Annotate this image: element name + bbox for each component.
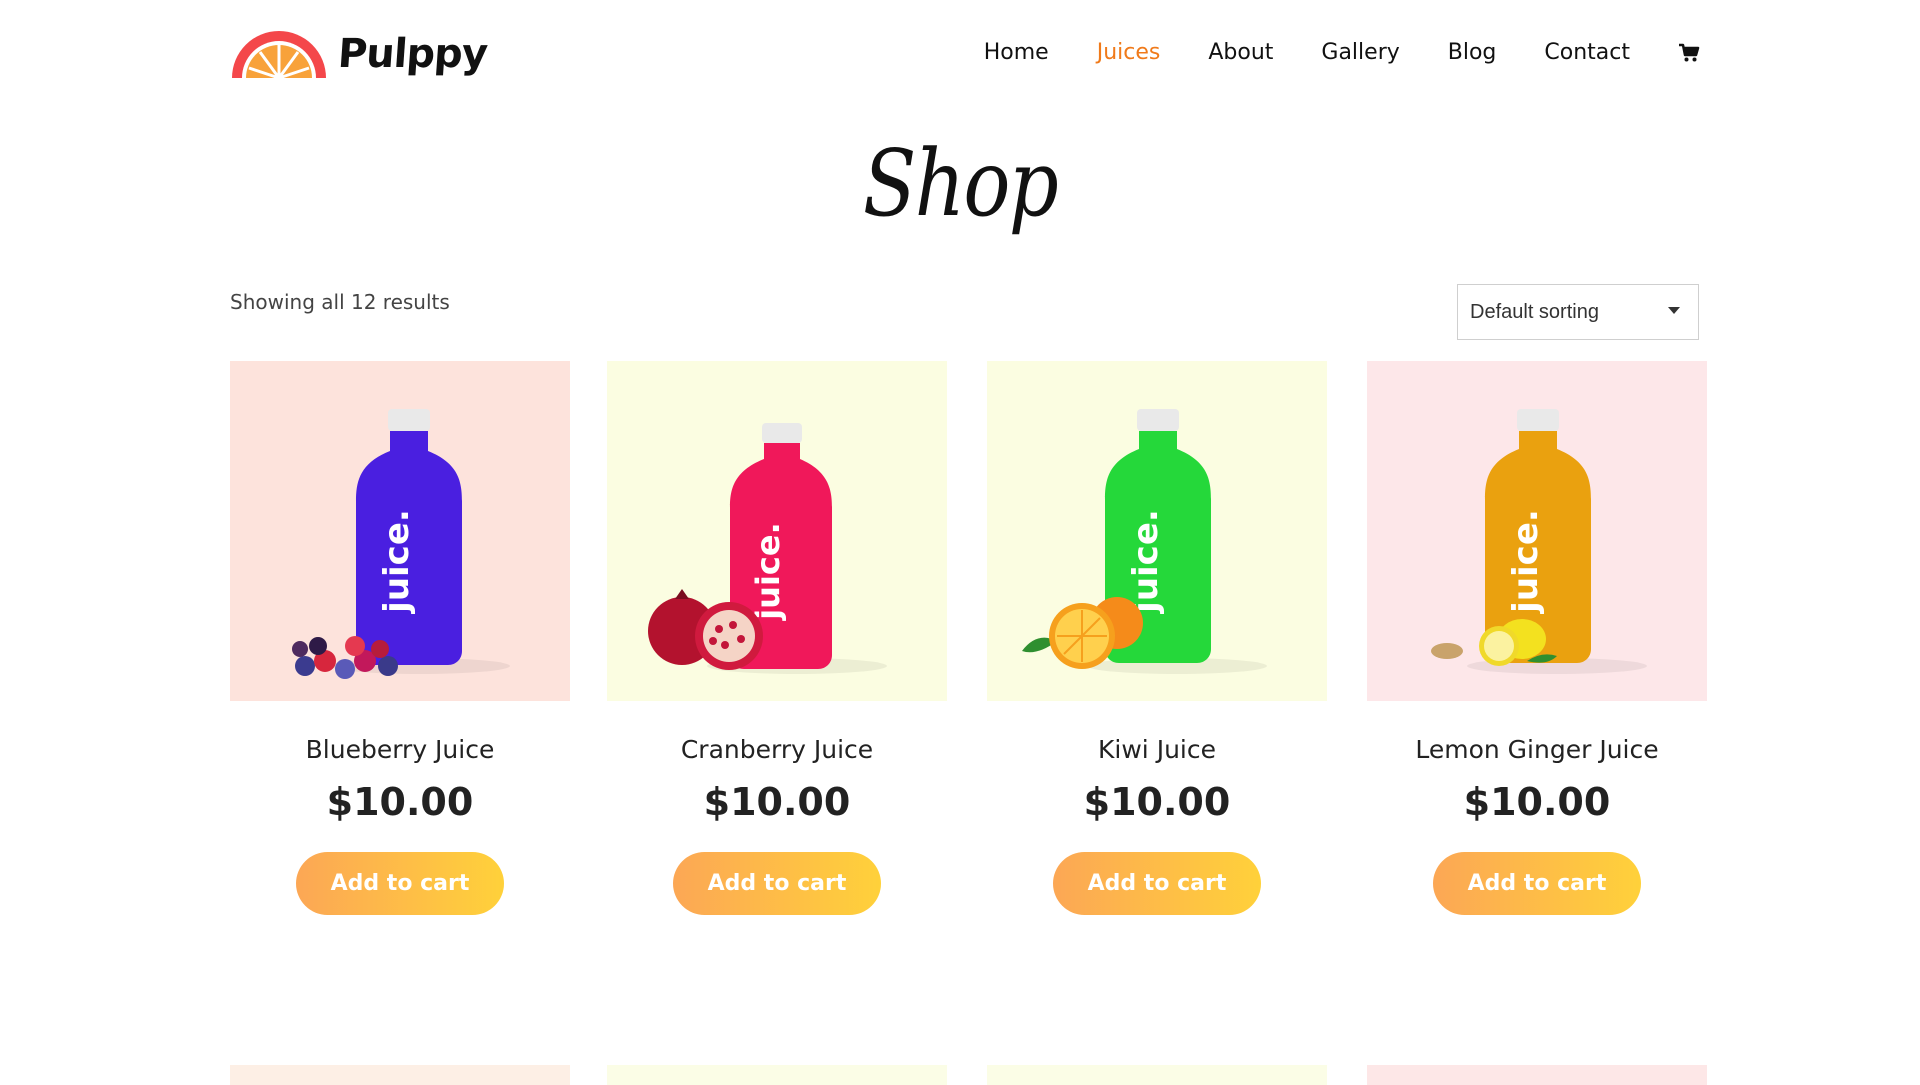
add-to-cart-button[interactable]: Add to cart bbox=[673, 852, 881, 915]
nav-item-blog[interactable]: Blog bbox=[1448, 40, 1497, 65]
shop-page: Pulppy Home Juices About Gallery Blog Co… bbox=[0, 0, 1920, 1085]
nav-item-home[interactable]: Home bbox=[984, 40, 1049, 65]
product-price: $10.00 bbox=[326, 780, 474, 824]
product-image-partial[interactable] bbox=[607, 1065, 947, 1085]
juice-bottle-image: juice. bbox=[648, 423, 887, 674]
sort-selected-value: Default sorting bbox=[1470, 300, 1599, 323]
nav-item-about[interactable]: About bbox=[1208, 40, 1273, 65]
product-name[interactable]: Lemon Ginger Juice bbox=[1367, 735, 1707, 764]
add-to-cart-button[interactable]: Add to cart bbox=[1053, 852, 1261, 915]
cart-icon[interactable] bbox=[1678, 42, 1700, 64]
svg-text:juice.: juice. bbox=[1506, 509, 1546, 615]
product-price: $10.00 bbox=[703, 780, 851, 824]
chevron-down-icon bbox=[1668, 307, 1680, 314]
add-to-cart-button[interactable]: Add to cart bbox=[296, 852, 504, 915]
product-card: juice. Lemon Ginger Juice $10.00 Add to … bbox=[1367, 361, 1707, 915]
product-price: $10.00 bbox=[1463, 780, 1611, 824]
product-name[interactable]: Blueberry Juice bbox=[230, 735, 570, 764]
product-image-partial[interactable] bbox=[987, 1065, 1327, 1085]
juice-bottle-image: juice. bbox=[1431, 409, 1647, 674]
site-header: Pulppy Home Juices About Gallery Blog Co… bbox=[230, 22, 1700, 92]
product-image[interactable]: juice. bbox=[1367, 361, 1707, 701]
product-image-partial[interactable] bbox=[1367, 1065, 1707, 1085]
product-price: $10.00 bbox=[1083, 780, 1231, 824]
brand-name: Pulppy bbox=[336, 31, 489, 77]
product-card: juice. Kiwi Juice $10.00 Add to cart bbox=[987, 361, 1327, 915]
orange-slice-logo-icon bbox=[232, 31, 326, 80]
nav-item-contact[interactable]: Contact bbox=[1544, 40, 1630, 65]
juice-bottle-image: juice. bbox=[1022, 409, 1267, 674]
product-image[interactable]: juice. bbox=[230, 361, 570, 701]
product-name[interactable]: Kiwi Juice bbox=[987, 735, 1327, 764]
product-image-partial[interactable] bbox=[230, 1065, 570, 1085]
product-image[interactable]: juice. bbox=[607, 361, 947, 701]
svg-text:juice.: juice. bbox=[377, 509, 417, 615]
brand-logo[interactable]: Pulppy bbox=[230, 28, 489, 80]
svg-text:juice.: juice. bbox=[1126, 509, 1166, 615]
svg-text:juice.: juice. bbox=[749, 522, 787, 622]
product-card: juice. Cranberry Juice $10.00 Add to car… bbox=[607, 361, 947, 915]
page-title: Shop bbox=[862, 130, 1059, 237]
results-count: Showing all 12 results bbox=[230, 290, 450, 314]
product-image[interactable]: juice. bbox=[987, 361, 1327, 701]
main-nav: Home Juices About Gallery Blog Contact bbox=[984, 40, 1700, 65]
product-card: juice. Blueberry Juice $10.00 Add to car… bbox=[230, 361, 570, 915]
product-name[interactable]: Cranberry Juice bbox=[607, 735, 947, 764]
nav-item-gallery[interactable]: Gallery bbox=[1321, 40, 1399, 65]
juice-bottle-image: juice. bbox=[292, 409, 510, 679]
berries-decoration bbox=[292, 636, 398, 679]
add-to-cart-button[interactable]: Add to cart bbox=[1433, 852, 1641, 915]
sort-dropdown[interactable]: Default sorting bbox=[1457, 284, 1699, 340]
nav-item-juices[interactable]: Juices bbox=[1097, 40, 1161, 65]
